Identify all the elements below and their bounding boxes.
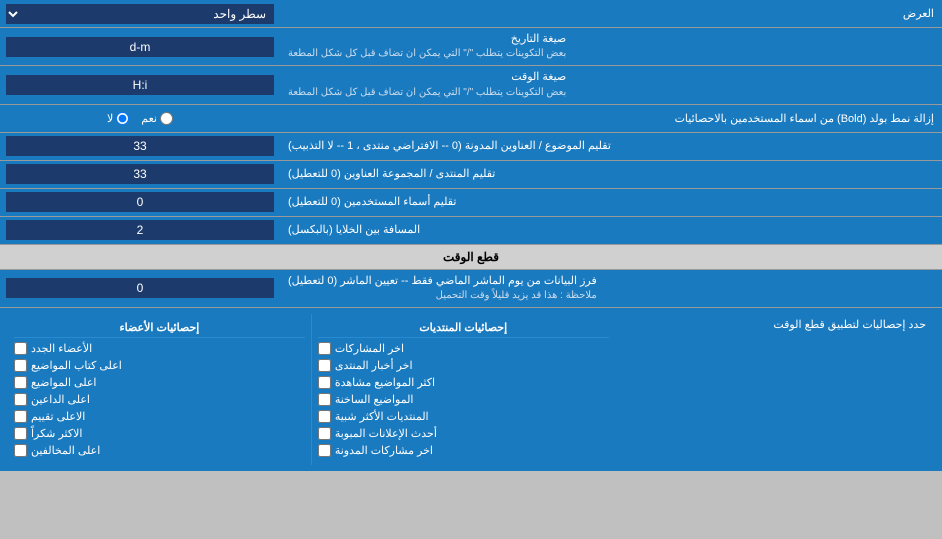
forum-title-row: تقليم المنتدى / المجموعة العناوين (0 للت…	[0, 161, 942, 189]
stats-section: حدد إحصاليات لتطبيق قطع الوقت إحصائيات ا…	[0, 308, 942, 471]
usernames-row: تقليم أسماء المستخدمين (0 للتعطيل)	[0, 189, 942, 217]
stat-member-checkbox-2[interactable]	[14, 359, 27, 372]
topic-title-label: تقليم الموضوع / العناوين المدونة (0 -- ا…	[280, 133, 942, 160]
stat-member-checkbox-6[interactable]	[14, 427, 27, 440]
bold-remove-no-radio[interactable]	[116, 112, 129, 125]
bold-remove-row: إزالة نمط بولد (Bold) من اسماء المستخدمي…	[0, 105, 942, 133]
stats-apply-label: حدد إحصاليات لتطبيق قطع الوقت	[615, 314, 934, 335]
usernames-input-wrapper[interactable]	[0, 189, 280, 216]
cell-spacing-row: المسافة بين الخلايا (بالبكسل)	[0, 217, 942, 245]
forum-title-input[interactable]	[6, 164, 274, 184]
stat-member-6: الاكثر شكراً	[14, 427, 305, 440]
time-format-input[interactable]	[6, 75, 274, 95]
stat-member-1: الأعضاء الجدد	[14, 342, 305, 355]
forum-stats-col: إحصائيات المنتديات اخر المشاركات اخر أخب…	[311, 314, 615, 465]
display-mode-select[interactable]: سطر واحد سطرين ثلاثة أسطر	[6, 4, 274, 24]
topic-title-input-wrapper[interactable]	[0, 133, 280, 160]
usernames-input[interactable]	[6, 192, 274, 212]
cell-spacing-label: المسافة بين الخلايا (بالبكسل)	[280, 217, 942, 244]
bold-remove-yes-label[interactable]: نعم	[141, 112, 173, 125]
stat-checkbox-7[interactable]	[318, 444, 331, 457]
usernames-label: تقليم أسماء المستخدمين (0 للتعطيل)	[280, 189, 942, 216]
bold-remove-no-label[interactable]: لا	[107, 112, 129, 125]
stat-member-checkbox-7[interactable]	[14, 444, 27, 457]
stat-checkbox-4[interactable]	[318, 393, 331, 406]
member-stats-header: إحصائيات الأعضاء	[14, 318, 305, 338]
stat-checkbox-6[interactable]	[318, 427, 331, 440]
display-label: العرض	[280, 3, 942, 24]
stat-member-checkbox-3[interactable]	[14, 376, 27, 389]
stat-item-4: المواضيع الساخنة	[318, 393, 609, 406]
stat-checkbox-5[interactable]	[318, 410, 331, 423]
cut-time-section-header: قطع الوقت	[0, 245, 942, 270]
stat-item-6: أحدث الإعلانات المبوبة	[318, 427, 609, 440]
bold-remove-yes-radio[interactable]	[160, 112, 173, 125]
display-mode-input[interactable]: سطر واحد سطرين ثلاثة أسطر	[0, 1, 280, 27]
stat-checkbox-1[interactable]	[318, 342, 331, 355]
stat-member-checkbox-5[interactable]	[14, 410, 27, 423]
time-format-input-wrapper[interactable]	[0, 66, 280, 103]
date-format-input[interactable]	[6, 37, 274, 57]
stat-item-3: اكثر المواضيع مشاهدة	[318, 376, 609, 389]
cut-time-input[interactable]	[6, 278, 274, 298]
stat-checkbox-3[interactable]	[318, 376, 331, 389]
topic-title-row: تقليم الموضوع / العناوين المدونة (0 -- ا…	[0, 133, 942, 161]
forum-title-input-wrapper[interactable]	[0, 161, 280, 188]
stat-checkbox-2[interactable]	[318, 359, 331, 372]
date-format-input-wrapper[interactable]	[0, 28, 280, 65]
time-format-row: صيغة الوقت بعض التكوينات يتطلب "/" التي …	[0, 66, 942, 104]
stat-member-checkbox-4[interactable]	[14, 393, 27, 406]
member-stats-col: إحصائيات الأعضاء الأعضاء الجدد اعلى كتاب…	[8, 314, 311, 465]
stat-member-2: اعلى كتاب المواضيع	[14, 359, 305, 372]
cut-time-row: فرز البيانات من يوم الماشر الماضي فقط --…	[0, 270, 942, 308]
forum-title-label: تقليم المنتدى / المجموعة العناوين (0 للت…	[280, 161, 942, 188]
cell-spacing-input[interactable]	[6, 220, 274, 240]
stat-item-5: المنتديات الأكثر شبية	[318, 410, 609, 423]
cut-time-input-wrapper[interactable]	[0, 270, 280, 307]
bold-remove-radios: نعم لا	[0, 109, 280, 128]
stat-item-2: اخر أخبار المنتدى	[318, 359, 609, 372]
stat-member-7: اعلى المخالفين	[14, 444, 305, 457]
stat-item-1: اخر المشاركات	[318, 342, 609, 355]
stat-member-checkbox-1[interactable]	[14, 342, 27, 355]
time-format-label: صيغة الوقت بعض التكوينات يتطلب "/" التي …	[280, 66, 942, 103]
date-format-row: صيغة التاريخ بعض التكوينات يتطلب "/" الت…	[0, 28, 942, 66]
stat-member-5: الاعلى تقييم	[14, 410, 305, 423]
stat-member-3: اعلى المواضيع	[14, 376, 305, 389]
stat-member-4: اعلى الداعين	[14, 393, 305, 406]
topic-title-input[interactable]	[6, 136, 274, 156]
stat-item-7: اخر مشاركات المدونة	[318, 444, 609, 457]
cell-spacing-input-wrapper[interactable]	[0, 217, 280, 244]
date-format-label: صيغة التاريخ بعض التكوينات يتطلب "/" الت…	[280, 28, 942, 65]
bold-remove-label: إزالة نمط بولد (Bold) من اسماء المستخدمي…	[280, 108, 942, 129]
cut-time-label: فرز البيانات من يوم الماشر الماضي فقط --…	[280, 270, 942, 307]
forum-stats-header: إحصائيات المنتديات	[318, 318, 609, 338]
